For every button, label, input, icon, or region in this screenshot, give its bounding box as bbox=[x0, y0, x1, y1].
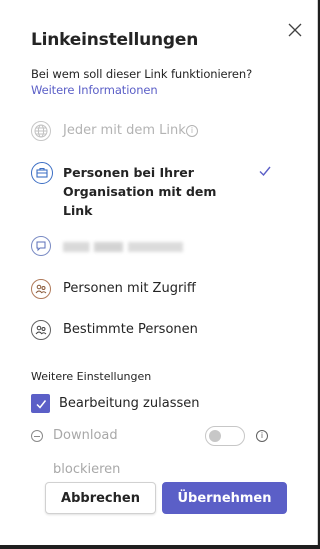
option-people-in-organization[interactable]: Personen bei Ihrer Organisation mit dem … bbox=[31, 161, 281, 221]
checkmark-icon bbox=[35, 399, 46, 409]
redacted-label bbox=[63, 242, 183, 252]
apply-button[interactable]: Übernehmen bbox=[162, 482, 287, 514]
cancel-button[interactable]: Abbrechen bbox=[45, 482, 156, 514]
more-info-link[interactable]: Weitere Informationen bbox=[31, 83, 158, 97]
option-label: Bestimmte Personen bbox=[63, 322, 198, 337]
checkbox-checked[interactable] bbox=[31, 394, 50, 413]
allow-edit-label: Bearbeitung zulassen bbox=[59, 396, 200, 411]
option-people-with-access[interactable]: Personen mit Zugriff bbox=[31, 279, 281, 301]
building-icon bbox=[31, 162, 53, 184]
audience-question: Bei wem soll dieser Link funktionieren? bbox=[31, 67, 253, 81]
block-download-label-line2: blockieren bbox=[53, 462, 121, 477]
info-icon[interactable]: i bbox=[256, 430, 268, 442]
info-icon: i bbox=[186, 125, 198, 137]
people-icon bbox=[31, 320, 51, 340]
globe-icon bbox=[31, 121, 51, 141]
people-icon bbox=[31, 279, 51, 299]
option-specific-people[interactable]: Bestimmte Personen bbox=[31, 320, 281, 342]
close-icon bbox=[288, 23, 302, 37]
link-settings-dialog: Linkeinstellungen Bei wem soll dieser Li… bbox=[0, 0, 318, 545]
minus-circle-icon bbox=[31, 430, 43, 442]
option-label: Personen bei Ihrer Organisation mit dem … bbox=[63, 165, 217, 218]
chat-icon bbox=[31, 236, 51, 256]
block-download-toggle[interactable] bbox=[205, 426, 245, 446]
checkmark-icon bbox=[259, 166, 271, 177]
close-button[interactable] bbox=[284, 19, 306, 41]
option-anyone-with-link[interactable]: Jeder mit dem Link i bbox=[31, 121, 281, 143]
block-download-label: Download bbox=[53, 428, 118, 443]
more-settings-heading: Weitere Einstellungen bbox=[31, 370, 152, 383]
option-redacted[interactable] bbox=[31, 236, 281, 258]
toggle-knob bbox=[209, 430, 221, 442]
dialog-title: Linkeinstellungen bbox=[31, 30, 199, 50]
option-label: Personen mit Zugriff bbox=[63, 281, 196, 296]
option-label: Jeder mit dem Link bbox=[63, 123, 186, 138]
